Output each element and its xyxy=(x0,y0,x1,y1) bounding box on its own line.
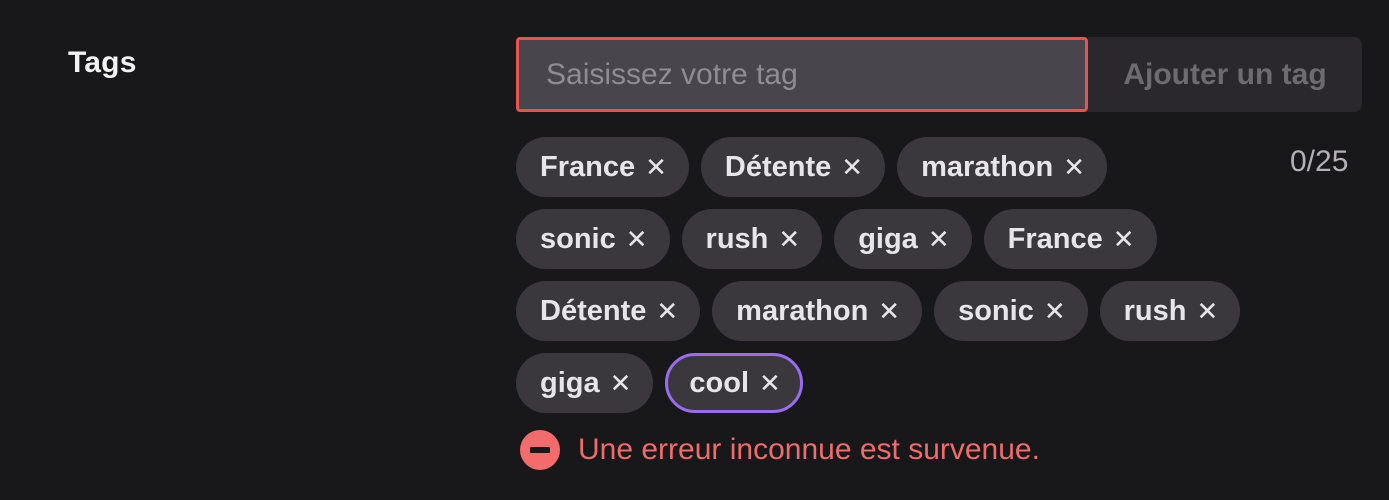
remove-tag-icon[interactable]: ✕ xyxy=(626,226,648,252)
tag-label: sonic xyxy=(958,294,1034,327)
tags-label: Tags xyxy=(68,46,137,79)
remove-tag-icon[interactable]: ✕ xyxy=(841,154,863,180)
tag-label: rush xyxy=(1123,294,1187,327)
tag-chip: Détente ✕ xyxy=(516,281,701,341)
remove-tag-icon[interactable]: ✕ xyxy=(1044,298,1066,324)
tag-row: Détente ✕ marathon ✕ sonic ✕ rush ✕ xyxy=(516,281,1276,341)
remove-tag-icon[interactable]: ✕ xyxy=(878,298,900,324)
tag-label: Détente xyxy=(540,294,647,327)
tag-label: giga xyxy=(858,222,918,255)
tag-chip: giga ✕ xyxy=(516,353,654,413)
tag-row: giga ✕ cool ✕ xyxy=(516,353,1276,413)
minus-circle-icon xyxy=(520,430,560,470)
tag-chip: sonic ✕ xyxy=(516,209,670,269)
remove-tag-icon[interactable]: ✕ xyxy=(928,226,950,252)
tag-counter: 0/25 xyxy=(1290,145,1349,178)
tag-label: sonic xyxy=(540,222,616,255)
tag-chip: giga ✕ xyxy=(834,209,972,269)
remove-tag-icon[interactable]: ✕ xyxy=(1113,226,1135,252)
tag-label: France xyxy=(1007,222,1103,255)
tag-label: cool xyxy=(689,366,750,399)
add-tag-button[interactable]: Ajouter un tag xyxy=(1088,37,1362,112)
error-message: Une erreur inconnue est survenue. xyxy=(520,430,1040,470)
remove-tag-icon[interactable]: ✕ xyxy=(645,154,667,180)
tag-chip: France ✕ xyxy=(516,137,689,197)
tag-input[interactable] xyxy=(516,37,1088,112)
tag-label: rush xyxy=(705,222,769,255)
tag-chip: rush ✕ xyxy=(1099,281,1241,341)
tags-field: Tags Ajouter un tag 0/25 France ✕ Détent… xyxy=(0,0,1389,500)
remove-tag-icon[interactable]: ✕ xyxy=(1196,298,1218,324)
tag-label: Détente xyxy=(724,150,832,183)
remove-tag-icon[interactable]: ✕ xyxy=(778,226,800,252)
tag-input-row: Ajouter un tag xyxy=(516,37,1362,112)
tag-chip-selected[interactable]: cool ✕ xyxy=(665,353,803,413)
remove-tag-icon[interactable]: ✕ xyxy=(610,370,632,396)
tag-row: sonic ✕ rush ✕ giga ✕ France ✕ xyxy=(516,209,1276,269)
tag-list: France ✕ Détente ✕ marathon ✕ sonic ✕ ru… xyxy=(516,137,1276,425)
remove-tag-icon[interactable]: ✕ xyxy=(1063,154,1085,180)
tag-row: France ✕ Détente ✕ marathon ✕ xyxy=(516,137,1276,197)
tag-label: marathon xyxy=(736,294,869,327)
remove-tag-icon[interactable]: ✕ xyxy=(656,298,678,324)
tag-chip: marathon ✕ xyxy=(712,281,923,341)
tag-chip: Détente ✕ xyxy=(700,137,886,197)
tag-chip: rush ✕ xyxy=(681,209,823,269)
tag-chip: marathon ✕ xyxy=(897,137,1107,197)
tag-label: France xyxy=(540,150,636,183)
tag-chip: France ✕ xyxy=(983,209,1157,269)
tag-chip: sonic ✕ xyxy=(934,281,1088,341)
tag-label: marathon xyxy=(921,150,1054,183)
tag-label: giga xyxy=(540,366,600,399)
error-text: Une erreur inconnue est survenue. xyxy=(578,433,1040,466)
remove-tag-icon[interactable]: ✕ xyxy=(759,370,781,396)
